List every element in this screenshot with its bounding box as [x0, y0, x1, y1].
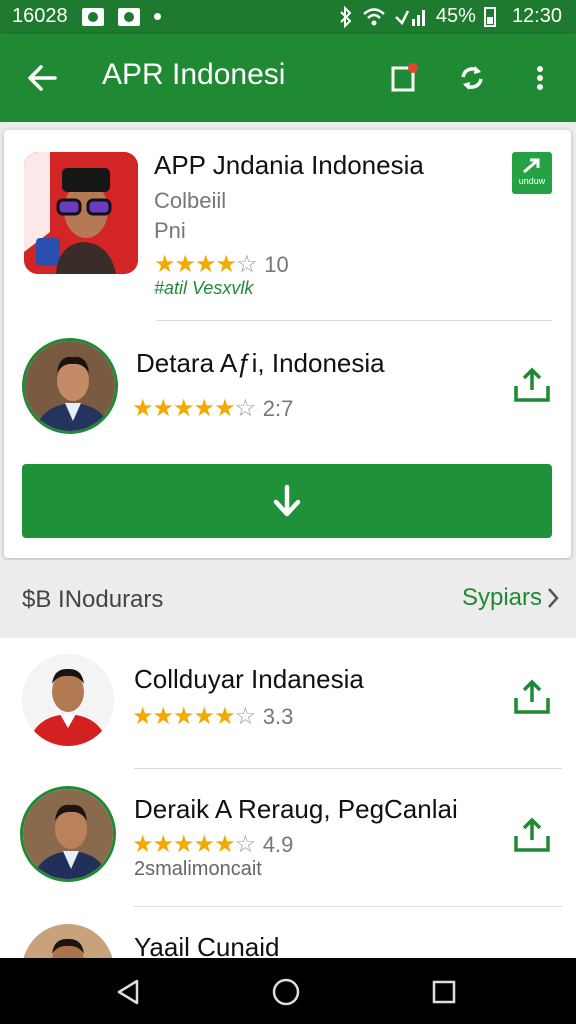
navigation-bar [0, 958, 576, 1024]
back-arrow-icon [28, 65, 57, 91]
app-bar: APR Indonesi [0, 34, 576, 122]
secondary-rating-value: 2:7 [262, 396, 294, 421]
status-left-text: 16028 [12, 5, 68, 27]
wifi-icon [363, 7, 385, 25]
nav-back-button[interactable] [108, 972, 148, 1012]
rating-stars-icon: ★★★★★ [132, 703, 236, 730]
list-item-1-rating: ★★★★★☆ 3.3 [132, 702, 293, 731]
list-item-2-avatar[interactable] [20, 786, 116, 882]
featured-category: Pni [154, 218, 186, 243]
unduh-badge[interactable]: unduw [512, 152, 552, 194]
install-button[interactable] [22, 464, 552, 538]
person-portrait-icon [23, 789, 113, 879]
download-arrow-icon [273, 484, 301, 517]
battery-icon [483, 6, 496, 27]
signal-icon [395, 9, 425, 26]
featured-app-name[interactable]: APP Jndania Indonesia [154, 150, 424, 181]
notification-dot-icon [153, 13, 161, 20]
list-item-2-rating-value: 4.9 [262, 832, 294, 857]
download-icon [514, 679, 550, 714]
square-recents-icon [432, 980, 456, 1004]
featured-tag: #atil Vesxvlk [154, 278, 254, 298]
list-item-2-download-button[interactable] [512, 816, 552, 859]
section-action-label: Sypiars [461, 584, 542, 611]
featured-developer: Colbeiil [154, 188, 227, 213]
rating-stars-icon: ★★★★★ [132, 395, 236, 422]
list-item-1-download-button[interactable] [512, 678, 552, 721]
secondary-avatar[interactable] [22, 338, 118, 434]
back-button[interactable] [20, 56, 64, 100]
more-vertical-icon [537, 66, 543, 90]
status-bar: 16028 45% 12:30 [0, 0, 576, 34]
rating-star-empty-icon: ☆ [234, 831, 257, 858]
list-divider [134, 768, 562, 769]
secondary-rating: ★★★★★☆ 2:7 [132, 394, 293, 423]
circle-home-icon [272, 978, 300, 1006]
list-item-1-rating-value: 3.3 [262, 704, 294, 729]
download-icon [514, 367, 550, 402]
list-divider [134, 906, 562, 907]
rating-star-empty-icon: ☆ [234, 703, 257, 730]
app-icon[interactable] [24, 152, 138, 274]
nav-home-button[interactable] [266, 972, 306, 1012]
featured-rating-value: 10 [264, 252, 289, 277]
card-divider [156, 320, 552, 321]
chevron-right-icon [548, 588, 559, 608]
trending-arrow-icon [523, 158, 540, 174]
unduh-badge-label: unduw [518, 176, 546, 186]
bluetooth-icon [340, 5, 352, 28]
clock: 12:30 [511, 5, 562, 27]
nav-recents-button[interactable] [424, 972, 464, 1012]
section-see-all[interactable]: Sypiars [462, 584, 560, 612]
list-item-1-avatar[interactable] [22, 654, 114, 746]
triangle-back-icon [117, 979, 139, 1005]
list-item-2-name[interactable]: Deraik A Reraug, PegCanlai [134, 794, 458, 825]
list-item-2-rating: ★★★★★☆ 4.9 [132, 830, 293, 859]
photo-notification-icon [81, 7, 104, 26]
featured-rating: ★★★★☆ 10 [154, 250, 289, 279]
battery-percent: 45% [435, 5, 476, 27]
list-item-2-subtitle: 2smalimoncait [134, 858, 262, 880]
app-portrait-icon [24, 152, 138, 274]
rating-stars-icon: ★★★★★ [132, 831, 236, 858]
sync-icon [461, 66, 483, 90]
secondary-app-name[interactable]: Detara Aƒi, Indonesia [136, 348, 385, 379]
download-icon [514, 817, 550, 852]
list-item-1-name[interactable]: Collduyar Indanesia [134, 664, 364, 695]
refresh-button[interactable] [450, 56, 494, 100]
image-notification-icon [117, 7, 140, 26]
rating-star-empty-icon: ☆ [234, 395, 257, 422]
secondary-download-button[interactable] [512, 366, 552, 409]
tabs-button[interactable] [382, 56, 426, 100]
section-title: $B INodurars [22, 586, 164, 613]
person-portrait-icon [22, 654, 114, 746]
section-header: $B INodurars Sypiars [0, 560, 576, 638]
overflow-menu-button[interactable] [518, 56, 562, 100]
rating-stars-icon: ★★★★ [154, 251, 237, 278]
square-icon [391, 63, 418, 92]
rating-star-empty-icon: ☆ [236, 251, 258, 278]
page-title: APR Indonesi [102, 58, 286, 91]
